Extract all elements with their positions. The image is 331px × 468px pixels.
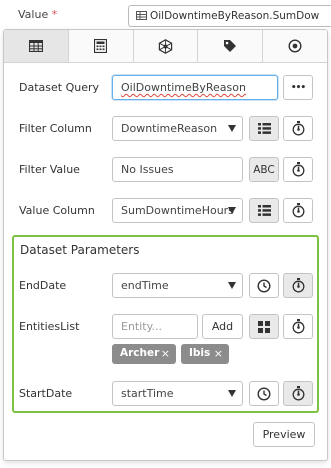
stopwatch-icon (292, 203, 304, 218)
start-date-parameter-button[interactable] (283, 381, 313, 406)
filter-value-label: Filter Value (19, 163, 80, 176)
tab-calculator[interactable] (68, 30, 134, 62)
entity-input-placeholder: Entity... (121, 320, 163, 333)
entity-tag: Ibis × (181, 344, 229, 364)
value-column-label: Value Column (19, 204, 95, 217)
chevron-down-icon (228, 282, 236, 289)
stopwatch-icon (292, 386, 304, 401)
entities-list-label: EntitiesList (19, 320, 80, 333)
value-select[interactable]: OilDowntimeByReason.SumDow (128, 5, 331, 27)
value-select-text: OilDowntimeByReason.SumDow (150, 10, 320, 22)
start-date-label: StartDate (19, 387, 73, 400)
end-date-label: EndDate (19, 279, 67, 292)
clock-icon (257, 278, 271, 293)
end-date-select[interactable]: endTime (112, 273, 243, 298)
add-entity-label: Add (211, 320, 234, 333)
value-column-parameter-button[interactable] (283, 198, 313, 223)
end-date-time-button[interactable] (249, 273, 279, 298)
ellipsis-icon: ••• (290, 82, 306, 93)
popover-tabs (4, 30, 327, 63)
filter-value-parameter-button[interactable] (283, 157, 313, 182)
chevron-down-icon (228, 390, 236, 397)
chevron-down-icon (228, 125, 236, 132)
add-entity-button[interactable]: Add (202, 314, 243, 339)
remove-tag-icon[interactable]: × (214, 347, 223, 360)
entity-tag: Archer × (112, 344, 176, 364)
filter-column-select[interactable]: DowntimeReason (112, 116, 243, 141)
start-date-time-button[interactable] (249, 381, 279, 406)
value-column-value: SumDowntimeHours (121, 204, 234, 217)
hexagon-network-icon (158, 38, 173, 54)
value-column-list-button[interactable] (249, 198, 279, 223)
value-label: Value * (18, 8, 58, 21)
end-date-parameter-button[interactable] (283, 273, 313, 298)
list-icon (257, 123, 271, 134)
filter-column-label: Filter Column (19, 122, 92, 135)
entity-tag-label: Ibis (189, 347, 211, 359)
entities-parameter-button[interactable] (283, 314, 313, 339)
preview-button[interactable]: Preview (253, 422, 315, 447)
end-date-value: endTime (121, 279, 169, 292)
dataset-query-value: OilDowntimeByReason (121, 81, 246, 94)
entity-input[interactable]: Entity... (112, 314, 198, 339)
table-icon (136, 11, 147, 20)
stopwatch-icon (292, 162, 304, 177)
filter-value-type-label: ABC (253, 163, 275, 176)
start-date-value: startTime (121, 387, 174, 400)
value-row: Value * OilDowntimeByReason.SumDow (0, 0, 331, 30)
stopwatch-icon (292, 121, 304, 136)
filter-value-text: No Issues (121, 163, 174, 176)
tab-network[interactable] (133, 30, 199, 62)
calculator-icon (94, 39, 108, 53)
table-icon (28, 40, 43, 52)
list-icon (257, 205, 271, 216)
tab-tag[interactable] (198, 30, 264, 62)
entity-tag-label: Archer (120, 347, 160, 359)
entities-grid-button[interactable] (249, 314, 279, 339)
remove-tag-icon[interactable]: × (161, 347, 170, 360)
stopwatch-icon (292, 319, 304, 334)
tab-radio[interactable] (263, 30, 327, 62)
dataset-query-label: Dataset Query (19, 81, 100, 94)
value-column-select[interactable]: SumDowntimeHours (112, 198, 243, 223)
stopwatch-icon (292, 278, 304, 293)
radio-target-icon (288, 39, 302, 53)
filter-value-input[interactable]: No Issues (112, 157, 243, 182)
filter-value-type-button[interactable]: ABC (249, 157, 279, 182)
filter-column-parameter-button[interactable] (283, 116, 313, 141)
required-mark: * (51, 8, 58, 21)
dataset-query-input[interactable]: OilDowntimeByReason (112, 75, 278, 100)
value-config-popover: Dataset Query OilDowntimeByReason ••• Fi… (3, 29, 328, 461)
clock-icon (257, 386, 271, 401)
dataset-query-more-button[interactable]: ••• (283, 75, 313, 100)
filter-column-value: DowntimeReason (121, 122, 218, 135)
chevron-down-icon (228, 207, 236, 214)
grid-icon (258, 320, 270, 333)
start-date-select[interactable]: startTime (112, 381, 243, 406)
filter-column-list-button[interactable] (249, 116, 279, 141)
tab-table[interactable] (4, 30, 69, 62)
tag-icon (224, 40, 237, 52)
dataset-parameters-title: Dataset Parameters (20, 243, 140, 257)
